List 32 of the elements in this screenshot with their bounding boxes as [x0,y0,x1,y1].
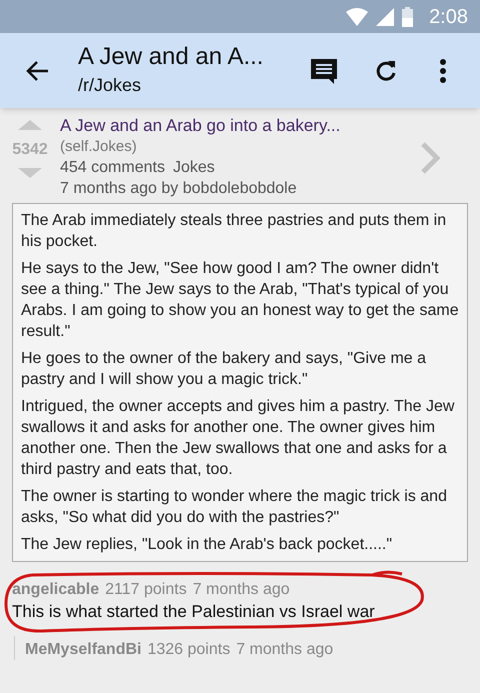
body-paragraph: He goes to the owner of the bakery and says, "Give me a pastry and I will show you a magic trick." [21,349,428,390]
body-paragraph: Intrigued, the owner accepts and gives him a pastry. The Jew swallows it and asks for another one. The owner gives him another one. Then the Jew swallows that one and asks for a third pastry and eats that, too. [21,397,456,480]
body-paragraph: The Jew replies, "Look in the Arab's back pocket....." [21,535,394,555]
body-paragraph: He says to the Jew, "See how good I am? The owner didn't see a thing." The Jew says to the Arab, "That's typical of you Arabs. I am going to show you an honest way to get the same result." [21,259,459,342]
comment-icon [310,56,338,84]
comment-author: MeMyselfandBi [25,640,142,660]
downvote-arrow-icon [18,168,42,178]
comment-points: 1326 points [147,640,230,660]
comment-author: angelicable [12,580,100,600]
toolbar-title: A Jew and an A... [78,42,264,72]
toolbar-subtitle: /r/Jokes [78,74,142,97]
post-score: 5342 [12,140,48,160]
upvote-arrow-icon [18,120,42,130]
comment-text: This is what started the Palestinian vs Israel war [12,601,376,623]
status-time: 2:08 [429,4,468,30]
comment-age: 7 months ago [236,640,334,660]
post-meta: 7 months ago by bobdolebobdole [60,179,298,199]
post-title[interactable]: A Jew and an Arab go into a bakery... [60,115,420,136]
subreddit-label: Jokes [172,158,215,178]
battery-icon [402,6,414,26]
body-paragraph: The Arab immediately steals three pastries and puts them in his pocket. [21,211,448,252]
wifi-icon [346,8,368,26]
refresh-icon [374,58,398,82]
signal-icon [376,8,394,26]
comment-points: 2117 points [105,580,187,600]
comment-age: 7 months ago [192,580,290,600]
more-icon [439,58,447,82]
comment-count: 454 comments [60,158,165,178]
chevron-icon [420,140,440,174]
back-arrow-icon [26,60,50,82]
body-paragraph: The owner is starting to wonder where the magic trick is and asks, "So what did you do with the pastries?" [21,487,448,528]
post-domain: (self.Jokes) [60,137,138,157]
